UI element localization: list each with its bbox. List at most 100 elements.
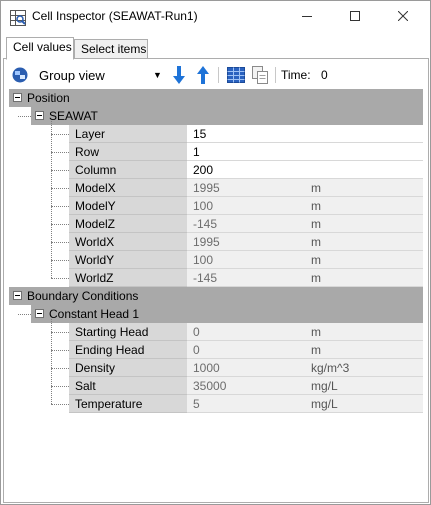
cell-inspector-icon <box>10 10 26 26</box>
collapse-toggle-icon[interactable] <box>35 309 44 318</box>
property-row[interactable]: Density 1000 kg/m^3 <box>9 359 423 377</box>
property-unit-cell: m <box>305 215 423 233</box>
property-unit-cell <box>305 125 423 143</box>
maximize-button[interactable] <box>332 1 378 33</box>
property-value-cell: 0 <box>187 341 305 359</box>
property-value: 0 <box>193 343 200 357</box>
tree-connector <box>51 368 69 369</box>
property-value-cell: 1995 <box>187 233 305 251</box>
property-unit-cell: mg/L <box>305 395 423 413</box>
tree-connector <box>51 350 69 351</box>
property-value-cell: 100 <box>187 197 305 215</box>
property-name: WorldZ <box>75 271 114 285</box>
property-unit-cell: m <box>305 197 423 215</box>
property-row[interactable]: WorldY 100 m <box>9 251 423 269</box>
property-name-cell: Salt <box>69 377 187 395</box>
property-name-cell: Layer <box>69 125 187 143</box>
property-value-cell: 1995 <box>187 179 305 197</box>
category-row[interactable]: Position <box>9 89 423 107</box>
property-row[interactable]: Salt 35000 mg/L <box>9 377 423 395</box>
category-row[interactable]: Boundary Conditions <box>9 287 423 305</box>
property-name: ModelX <box>75 181 116 195</box>
copy-icon[interactable] <box>252 65 268 85</box>
property-row[interactable]: ModelX 1995 m <box>9 179 423 197</box>
category-label: Position <box>27 91 70 105</box>
property-value-cell: 100 <box>187 251 305 269</box>
property-name: Starting Head <box>75 325 149 339</box>
property-row[interactable]: Column 200 <box>9 161 423 179</box>
move-up-icon[interactable] <box>196 65 210 85</box>
property-unit-cell: kg/m^3 <box>305 359 423 377</box>
property-name-cell: Density <box>69 359 187 377</box>
property-unit: mg/L <box>311 397 338 411</box>
tree-connector <box>18 314 31 315</box>
property-unit-cell: m <box>305 233 423 251</box>
property-name: ModelZ <box>75 217 116 231</box>
collapse-toggle-icon[interactable] <box>35 111 44 120</box>
property-unit-cell: m <box>305 269 423 287</box>
dropdown-arrow-icon[interactable]: ▼ <box>153 65 162 85</box>
group-label: SEAWAT <box>49 109 98 123</box>
property-unit: kg/m^3 <box>311 361 350 375</box>
property-row[interactable]: ModelZ -145 m <box>9 215 423 233</box>
property-value-cell[interactable]: 15 <box>187 125 305 143</box>
group-row[interactable]: SEAWAT <box>31 107 423 125</box>
property-name-cell: WorldX <box>69 233 187 251</box>
property-name-cell: Ending Head <box>69 341 187 359</box>
property-value-cell[interactable]: 1 <box>187 143 305 161</box>
property-row[interactable]: WorldZ -145 m <box>9 269 423 287</box>
minimize-button[interactable] <box>284 1 330 33</box>
property-name-cell: Row <box>69 143 187 161</box>
tab-cell-values[interactable]: Cell values <box>6 37 74 60</box>
property-value: 35000 <box>193 379 227 393</box>
grid-view-icon[interactable] <box>227 65 245 85</box>
move-down-icon[interactable] <box>172 65 186 85</box>
property-value-cell[interactable]: 200 <box>187 161 305 179</box>
tree-connector <box>51 121 52 278</box>
property-row[interactable]: Starting Head 0 m <box>9 323 423 341</box>
tree-connector <box>51 319 52 404</box>
close-icon <box>397 10 409 24</box>
property-name-cell: ModelY <box>69 197 187 215</box>
group-label: Constant Head 1 <box>49 307 140 321</box>
property-value: 1 <box>193 145 200 159</box>
property-name-cell: Column <box>69 161 187 179</box>
property-value: 1995 <box>193 181 220 195</box>
property-row[interactable]: ModelY 100 m <box>9 197 423 215</box>
collapse-toggle-icon[interactable] <box>13 291 22 300</box>
cell-inspector-window: Cell Inspector (SEAWAT-Run1) Cell values… <box>0 0 431 505</box>
property-row[interactable]: Row 1 <box>9 143 423 161</box>
group-view-icon[interactable] <box>11 65 29 85</box>
property-row[interactable]: WorldX 1995 m <box>9 233 423 251</box>
group-view-select[interactable]: Group view <box>39 65 105 85</box>
property-value: -145 <box>193 217 218 231</box>
group-row[interactable]: Constant Head 1 <box>31 305 423 323</box>
property-name: Row <box>75 145 100 159</box>
tree-connector <box>51 386 69 387</box>
property-unit: m <box>311 235 321 249</box>
close-button[interactable] <box>380 1 426 33</box>
title-bar[interactable]: Cell Inspector (SEAWAT-Run1) <box>1 1 430 33</box>
property-unit-cell: m <box>305 323 423 341</box>
property-name: Density <box>75 361 116 375</box>
tree-connector <box>51 260 69 261</box>
property-value: 100 <box>193 199 214 213</box>
property-value-cell: -145 <box>187 269 305 287</box>
property-value-cell: 0 <box>187 323 305 341</box>
collapse-toggle-icon[interactable] <box>13 93 22 102</box>
property-row[interactable]: Temperature 5 mg/L <box>9 395 423 413</box>
category-label: Boundary Conditions <box>27 289 139 303</box>
property-name: Ending Head <box>75 343 145 357</box>
property-row[interactable]: Layer 15 <box>9 125 423 143</box>
tree-connector <box>51 224 69 225</box>
time-label: Time: <box>281 68 311 82</box>
property-name-cell: Temperature <box>69 395 187 413</box>
property-unit: m <box>311 217 321 231</box>
property-unit-cell: m <box>305 341 423 359</box>
property-name: WorldY <box>75 253 115 267</box>
property-value-cell: 1000 <box>187 359 305 377</box>
tab-select-items[interactable]: Select items <box>74 39 148 59</box>
property-name-cell: WorldY <box>69 251 187 269</box>
property-name: Column <box>75 163 117 177</box>
property-row[interactable]: Ending Head 0 m <box>9 341 423 359</box>
